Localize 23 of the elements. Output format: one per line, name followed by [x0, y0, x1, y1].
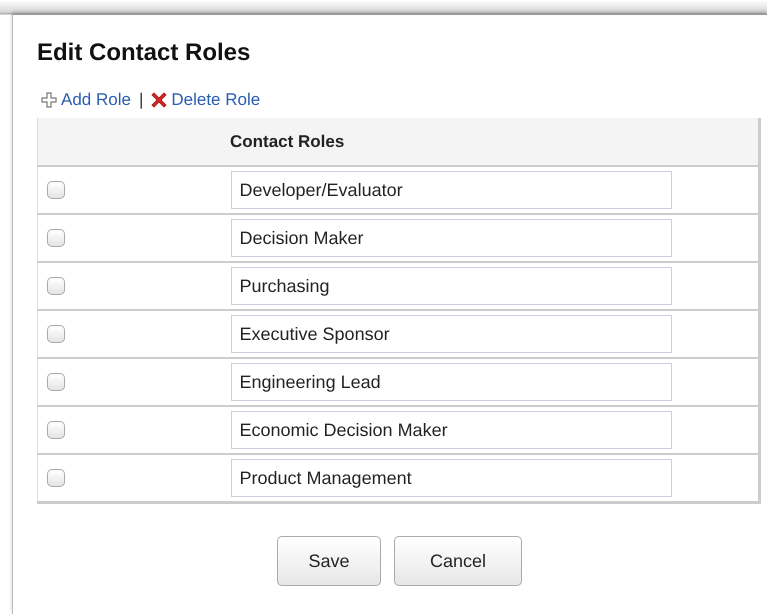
row-checkbox[interactable] — [47, 325, 65, 343]
role-name-field[interactable]: Developer/Evaluator — [230, 171, 672, 209]
role-name-field[interactable]: Decision Maker — [230, 219, 672, 257]
row-checkbox[interactable] — [47, 373, 65, 391]
row-checkbox[interactable] — [47, 277, 65, 295]
cancel-button[interactable]: Cancel — [394, 536, 522, 586]
separator: | — [138, 90, 144, 110]
add-role-link[interactable]: Add Role — [41, 90, 131, 110]
row-checkbox[interactable] — [47, 181, 65, 199]
role-name-field[interactable]: Economic Decision Maker — [230, 411, 672, 449]
row-checkbox[interactable] — [47, 229, 65, 247]
role-name-field[interactable]: Purchasing — [230, 267, 672, 305]
column-header: Contact Roles — [38, 118, 760, 166]
plus-icon — [41, 92, 57, 108]
role-name-field[interactable]: Product Management — [230, 459, 672, 497]
row-checkbox[interactable] — [47, 421, 65, 439]
delete-role-link[interactable]: Delete Role — [151, 90, 260, 110]
role-name-field[interactable]: Executive Sponsor — [230, 315, 672, 353]
row-checkbox[interactable] — [47, 469, 65, 487]
role-name-field[interactable]: Engineering Lead — [230, 363, 672, 401]
delete-icon — [151, 92, 168, 108]
save-button[interactable]: Save — [277, 536, 381, 586]
dialog-title: Edit Contact Roles — [37, 38, 252, 68]
